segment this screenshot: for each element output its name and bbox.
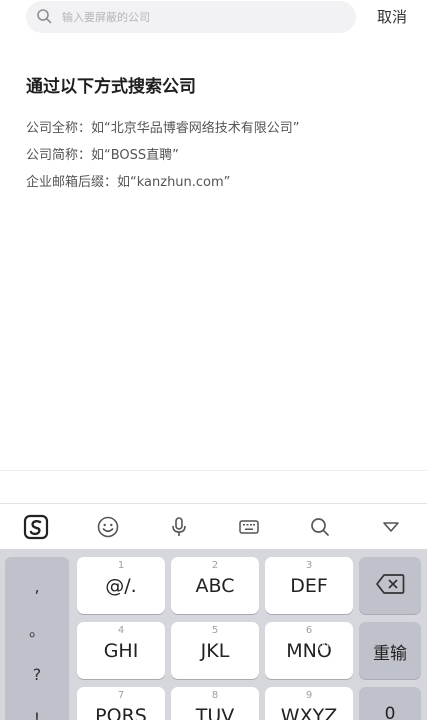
- hint-email-suffix: 企业邮箱后缀：如“kanzhun.com”: [26, 175, 231, 190]
- key-label: DEF: [290, 575, 328, 597]
- keyboard-toolbar: [0, 503, 427, 549]
- key-number: 2: [211, 560, 219, 571]
- key-number: 8: [211, 690, 219, 701]
- zero-key[interactable]: 0: [359, 687, 421, 720]
- key-8[interactable]: 8 TUV: [171, 687, 259, 720]
- sogou-logo-icon[interactable]: [22, 513, 50, 541]
- key-number: 5: [211, 625, 219, 636]
- key-number: 6: [305, 625, 313, 636]
- hint-title: 通过以下方式搜索公司: [26, 77, 196, 97]
- key-label: GHI: [103, 640, 139, 662]
- key-number: 3: [305, 560, 313, 571]
- microphone-icon[interactable]: [165, 513, 193, 541]
- punct-exclaim-key[interactable]: !: [5, 699, 69, 720]
- key-label: PQRS: [95, 705, 147, 720]
- punct-question-key[interactable]: ?: [5, 655, 69, 695]
- key-4[interactable]: 4 GHI: [77, 622, 165, 679]
- search-icon: [36, 8, 52, 24]
- key-9[interactable]: 9 WXYZ: [265, 687, 353, 720]
- hint-full-name: 公司全称：如“北京华品博睿网络技术有限公司”: [26, 121, 300, 136]
- punct-comma-key[interactable]: ,: [5, 567, 69, 607]
- divider: [0, 470, 427, 471]
- key-number: 4: [117, 625, 125, 636]
- zero-label: 0: [384, 704, 396, 720]
- key-1[interactable]: 1 @/.: [77, 557, 165, 614]
- hint-short-name: 公司简称：如“BOSS直聘”: [26, 148, 179, 163]
- key-2[interactable]: 2 ABC: [171, 557, 259, 614]
- collapse-icon[interactable]: [377, 513, 405, 541]
- key-5[interactable]: 5 JKL: [171, 622, 259, 679]
- emoji-icon[interactable]: [94, 513, 122, 541]
- punct-period-key[interactable]: 。: [5, 611, 69, 651]
- search-bar: 取消: [0, 0, 427, 42]
- punctuation-column[interactable]: , 。 ? !: [5, 557, 69, 720]
- key-7[interactable]: 7 PQRS: [77, 687, 165, 720]
- reinput-label: 重输: [373, 644, 407, 664]
- key-number: 9: [305, 690, 313, 701]
- key-label: WXYZ: [280, 705, 338, 720]
- backspace-key[interactable]: [359, 557, 421, 614]
- key-label: TUV: [195, 705, 235, 720]
- cancel-button[interactable]: 取消: [370, 6, 414, 28]
- key-label: MNO: [286, 640, 332, 662]
- keyboard-icon[interactable]: [235, 513, 263, 541]
- keyboard: , 。 ? ! 1 @/. 2 ABC 3 DEF 4 GHI 5 JKL 6 …: [0, 549, 427, 720]
- key-3[interactable]: 3 DEF: [265, 557, 353, 614]
- backspace-icon: [359, 573, 421, 595]
- key-number: 7: [117, 690, 125, 701]
- search-box[interactable]: [26, 1, 356, 33]
- key-label: @/.: [105, 575, 137, 597]
- key-label: ABC: [195, 575, 235, 597]
- key-6[interactable]: 6 MNO: [265, 622, 353, 679]
- search-icon[interactable]: [306, 513, 334, 541]
- search-input[interactable]: [62, 1, 346, 33]
- key-number: 1: [117, 560, 125, 571]
- key-label: JKL: [200, 640, 230, 662]
- reinput-key[interactable]: 重输: [359, 622, 421, 679]
